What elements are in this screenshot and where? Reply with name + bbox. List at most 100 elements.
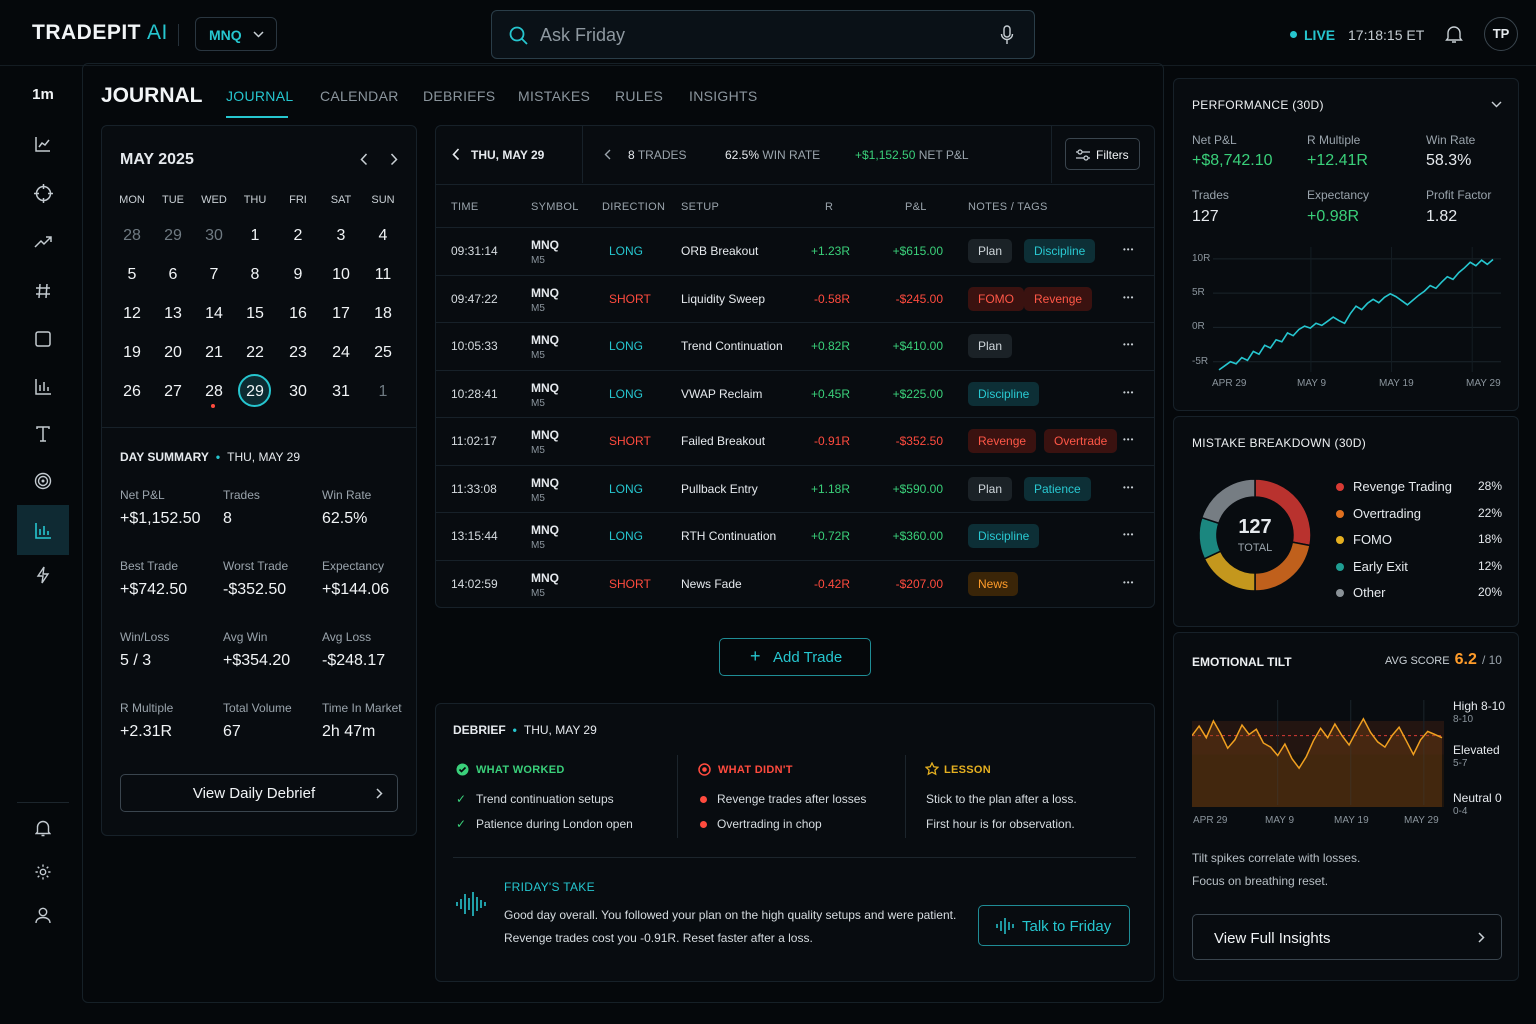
calendar-day[interactable]: 28: [112, 227, 152, 245]
trade-row[interactable]: 13:15:44 MNQ M5 LONG RTH Continuation +0.72R +…: [436, 512, 1154, 559]
calendar-day[interactable]: 30: [194, 227, 234, 245]
calendar-day[interactable]: 13: [153, 305, 193, 323]
lightning-icon[interactable]: [17, 553, 69, 597]
bell-icon[interactable]: [17, 806, 69, 850]
microphone-icon[interactable]: [1000, 25, 1014, 45]
calendar-day[interactable]: 6: [153, 266, 193, 284]
calendar-day[interactable]: 24: [321, 344, 361, 362]
trade-tag[interactable]: News: [968, 571, 1019, 596]
tab-journal[interactable]: JOURNAL: [226, 88, 293, 104]
more-icon[interactable]: •••: [1123, 245, 1134, 254]
calendar-day[interactable]: 26: [112, 383, 152, 401]
square-icon[interactable]: [17, 317, 69, 361]
talk-to-friday-button[interactable]: Talk to Friday: [978, 905, 1130, 946]
chart-line-icon[interactable]: [17, 122, 69, 166]
view-full-insights-button[interactable]: View Full Insights: [1192, 914, 1502, 960]
hash-icon[interactable]: [17, 269, 69, 313]
calendar-day[interactable]: 9: [278, 266, 318, 284]
journal-bars-icon[interactable]: [17, 505, 69, 555]
trade-row[interactable]: 10:28:41 MNQ M5 LONG VWAP Reclaim +0.45R +$225…: [436, 369, 1154, 417]
trade-row[interactable]: 09:47:22 MNQ M5 SHORT Liquidity Sweep -0.58R -…: [436, 274, 1154, 322]
column-header-notes[interactable]: NOTES / TAGS: [968, 201, 1048, 213]
calendar-day[interactable]: 11: [363, 266, 403, 284]
trade-tag[interactable]: Discipline: [968, 524, 1040, 548]
calendar-day[interactable]: 12: [112, 305, 152, 323]
symbol-select[interactable]: MNQ: [195, 17, 277, 51]
trending-up-icon[interactable]: [17, 220, 69, 264]
trade-row[interactable]: 09:31:14 MNQ M5 LONG ORB Breakout +1.23R +$615…: [436, 227, 1154, 274]
trade-tag[interactable]: Revenge: [968, 429, 1037, 453]
calendar-day[interactable]: 4: [363, 227, 403, 245]
view-daily-debrief-button[interactable]: View Daily Debrief: [120, 774, 398, 812]
add-trade-button[interactable]: + Add Trade: [719, 638, 871, 676]
target-icon[interactable]: [17, 459, 69, 503]
trade-tag[interactable]: Overtrade: [1044, 429, 1118, 453]
calendar-day[interactable]: 27: [153, 383, 193, 401]
calendar-day[interactable]: 23: [278, 344, 318, 362]
tab-mistakes[interactable]: MISTAKES: [518, 88, 590, 104]
calendar-day[interactable]: 1: [363, 383, 403, 401]
chevron-down-icon[interactable]: [1491, 101, 1502, 108]
more-icon[interactable]: •••: [1123, 530, 1134, 539]
calendar-day[interactable]: 1: [235, 227, 275, 245]
crosshair-icon[interactable]: [17, 171, 69, 215]
tab-rules[interactable]: RULES: [615, 88, 663, 104]
trade-tag[interactable]: Discipline: [968, 381, 1040, 406]
calendar-day[interactable]: 3: [321, 227, 361, 245]
chevron-left-icon[interactable]: [452, 148, 460, 161]
trade-tag[interactable]: Plan: [968, 476, 1013, 501]
bell-icon[interactable]: [1445, 24, 1463, 44]
trade-row[interactable]: 11:33:08 MNQ M5 LONG Pullback Entry +1.18R +$5…: [436, 464, 1154, 512]
calendar-day[interactable]: 31: [321, 383, 361, 401]
calendar-day[interactable]: 29: [235, 383, 275, 401]
column-header-r[interactable]: R: [825, 201, 833, 213]
calendar-day[interactable]: 17: [321, 305, 361, 323]
calendar-day[interactable]: 7: [194, 266, 234, 284]
calendar-day[interactable]: 28: [194, 383, 234, 401]
search-input[interactable]: [540, 24, 980, 46]
trade-tag[interactable]: FOMO: [968, 286, 1024, 311]
calendar-day[interactable]: 10: [321, 266, 361, 284]
trade-row[interactable]: 11:02:17 MNQ M5 SHORT Failed Breakout -0.91R -…: [436, 417, 1154, 464]
trade-tag[interactable]: Plan: [968, 239, 1013, 263]
trade-row[interactable]: 14:02:59 MNQ M5 SHORT News Fade -0.42R -$207.0…: [436, 559, 1154, 607]
calendar-day[interactable]: 8: [235, 266, 275, 284]
calendar-day[interactable]: 22: [235, 344, 275, 362]
chevron-left-icon[interactable]: [604, 149, 611, 160]
column-header-setup[interactable]: SETUP: [681, 201, 719, 213]
trade-tag[interactable]: Plan: [968, 334, 1013, 358]
more-icon[interactable]: •••: [1123, 578, 1134, 587]
tab-insights[interactable]: INSIGHTS: [689, 88, 758, 104]
tab-debriefs[interactable]: DEBRIEFS: [423, 88, 495, 104]
column-header-time[interactable]: TIME: [451, 201, 478, 213]
text-icon[interactable]: [17, 412, 69, 456]
calendar-day[interactable]: 21: [194, 344, 234, 362]
column-header-symbol[interactable]: SYMBOL: [531, 201, 579, 213]
tab-calendar[interactable]: CALENDAR: [320, 88, 399, 104]
calendar-day[interactable]: 18: [363, 305, 403, 323]
gear-icon[interactable]: [17, 850, 69, 894]
calendar-day[interactable]: 19: [112, 344, 152, 362]
calendar-day[interactable]: 25: [363, 344, 403, 362]
calendar-day[interactable]: 30: [278, 383, 318, 401]
calendar-day[interactable]: 20: [153, 344, 193, 362]
user-icon[interactable]: [17, 893, 69, 937]
timeframe-button[interactable]: 1m: [17, 72, 69, 116]
chevron-right-icon[interactable]: [390, 153, 398, 166]
more-icon[interactable]: •••: [1123, 483, 1134, 492]
avatar[interactable]: TP: [1484, 17, 1518, 51]
calendar-day[interactable]: 29: [153, 227, 193, 245]
filters-button[interactable]: Filters: [1065, 138, 1140, 170]
more-icon[interactable]: •••: [1123, 293, 1134, 302]
more-icon[interactable]: •••: [1123, 435, 1134, 444]
calendar-day[interactable]: 16: [278, 305, 318, 323]
calendar-day[interactable]: 14: [194, 305, 234, 323]
calendar-day[interactable]: 5: [112, 266, 152, 284]
search-bar[interactable]: [491, 10, 1035, 59]
trade-tag[interactable]: Revenge: [1024, 286, 1093, 311]
column-header-direction[interactable]: DIRECTION: [602, 201, 665, 213]
chevron-left-icon[interactable]: [360, 153, 368, 166]
bar-chart-icon[interactable]: [17, 364, 69, 408]
trade-tag[interactable]: Patience: [1024, 476, 1091, 501]
more-icon[interactable]: •••: [1123, 388, 1134, 397]
